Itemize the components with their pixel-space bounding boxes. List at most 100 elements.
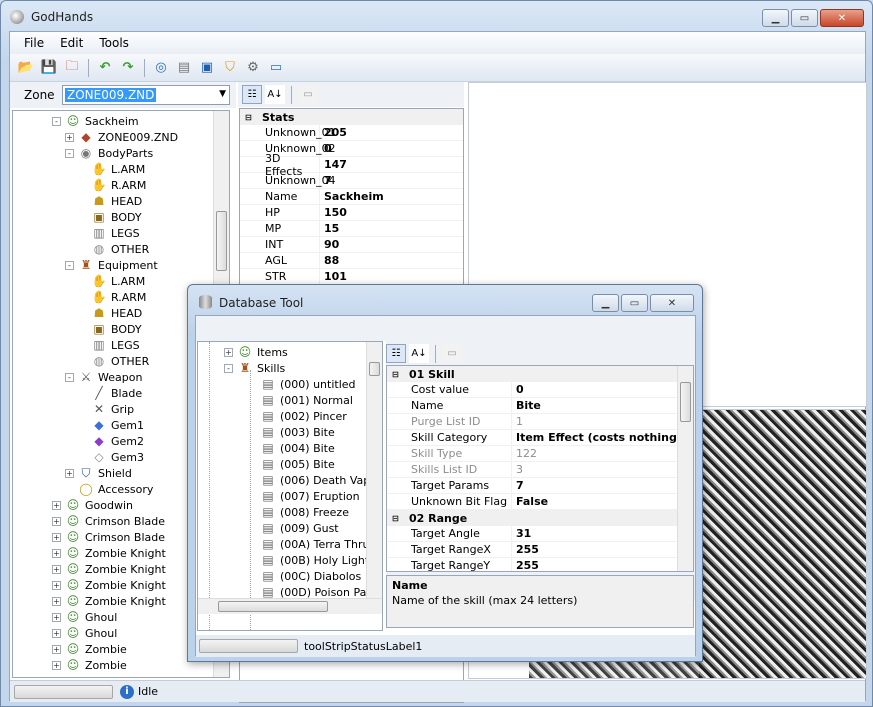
property-value[interactable]: 90 — [320, 238, 339, 251]
property-value[interactable]: 101 — [320, 270, 347, 283]
dialog-maximize-button[interactable]: ▭ — [621, 294, 648, 312]
tree-item[interactable]: ╱ Blade — [91, 385, 142, 401]
property-value[interactable]: 7 — [512, 479, 524, 492]
property-row[interactable]: Name Sackheim — [240, 189, 463, 205]
collapse-icon[interactable]: - — [52, 116, 61, 126]
property-row[interactable]: Skill Category Item Effect (costs nothing — [387, 430, 693, 446]
expand-icon[interactable]: + — [52, 628, 61, 638]
tree-item[interactable]: - ⚔ Weapon — [65, 369, 142, 385]
database-tree-item[interactable]: + ☺ Items — [224, 344, 288, 360]
dialog-tree-hthumb[interactable] — [218, 601, 328, 612]
property-value[interactable]: 122 — [512, 447, 537, 460]
property-row[interactable]: HP 150 — [240, 205, 463, 221]
database-tree-item[interactable]: ▤ (001) Normal — [260, 392, 353, 408]
categorized-icon[interactable]: ☷ — [242, 85, 262, 104]
expand-icon[interactable]: + — [52, 516, 61, 526]
property-value[interactable]: 88 — [320, 254, 339, 267]
property-pages-icon[interactable]: ▭ — [442, 344, 462, 363]
tree-item[interactable]: ☗ HEAD — [91, 305, 143, 321]
undo-icon[interactable]: ↶ — [95, 58, 115, 78]
property-row[interactable]: Purge List ID 1 — [387, 414, 693, 430]
tree-item[interactable]: ☗ HEAD — [91, 193, 143, 209]
menu-tools[interactable]: Tools — [91, 36, 137, 50]
tree-item[interactable]: ◆ Gem1 — [91, 417, 144, 433]
title-bar[interactable]: GodHands ▁ ▭ ✕ — [1, 1, 872, 31]
expand-icon[interactable]: + — [52, 500, 61, 510]
collapse-icon[interactable]: - — [65, 372, 74, 382]
property-category[interactable]: ⊟ Stats — [240, 109, 463, 125]
minimize-button[interactable]: ▁ — [762, 9, 789, 27]
tree-item[interactable]: + ☺ Zombie — [52, 657, 127, 673]
property-value[interactable]: 1 — [512, 415, 523, 428]
disc-icon[interactable]: ◎ — [151, 58, 171, 78]
window-icon[interactable]: ▭ — [266, 58, 286, 78]
dialog-property-grid[interactable]: ⊟ 01 Skill Cost value 0 Name Bite Purge List I… — [386, 365, 694, 572]
tree-item[interactable]: - ♜ Equipment — [65, 257, 158, 273]
database-tree-item[interactable]: - ♜ Skills — [224, 360, 285, 376]
property-row[interactable]: Unknown_04 7 — [240, 173, 463, 189]
property-row[interactable]: MP 15 — [240, 221, 463, 237]
dialog-minimize-button[interactable]: ▁ — [592, 294, 619, 312]
tree-item[interactable]: + ☺ Zombie Knight — [52, 593, 166, 609]
tree-item[interactable]: + ☺ Ghoul — [52, 609, 117, 625]
dialog-grid-scrollbar[interactable] — [677, 366, 693, 571]
tree-item[interactable]: ▣ BODY — [91, 209, 141, 225]
alphabetical-icon[interactable]: A↓ — [409, 344, 429, 363]
tree-item[interactable]: ◯ Accessory — [78, 481, 153, 497]
tree-item[interactable]: ✕ Grip — [91, 401, 134, 417]
maximize-button[interactable]: ▭ — [791, 9, 818, 27]
property-value[interactable]: Bite — [512, 399, 541, 412]
dialog-close-button[interactable]: ✕ — [650, 294, 694, 312]
expand-icon[interactable]: + — [52, 660, 61, 670]
property-category[interactable]: ⊟ 02 Range — [387, 510, 693, 526]
property-value[interactable]: Item Effect (costs nothing — [512, 431, 677, 444]
property-value[interactable]: 150 — [320, 206, 347, 219]
dialog-title-bar[interactable]: Database Tool ▁ ▭ ✕ — [188, 285, 702, 313]
save-icon[interactable]: 💾 — [39, 58, 59, 78]
collapse-icon[interactable]: - — [65, 260, 74, 270]
shield-icon[interactable]: ⛉ — [220, 58, 240, 78]
property-row[interactable]: Target RangeY 255 — [387, 558, 693, 571]
tree-item[interactable]: ▥ LEGS — [91, 225, 139, 241]
property-value[interactable]: 15 — [320, 222, 339, 235]
tree-item[interactable]: ◆ Gem2 — [91, 433, 144, 449]
database-tree-item[interactable]: ▤ (006) Death Vapo — [260, 472, 377, 488]
property-row[interactable]: STR 101 — [240, 269, 463, 285]
dialog-tree-vthumb[interactable] — [369, 362, 380, 376]
database-tree-item[interactable]: ▤ (008) Freeze — [260, 504, 349, 520]
property-row[interactable]: Unknown Bit Flag False — [387, 494, 693, 510]
property-value[interactable]: 255 — [512, 559, 539, 571]
database-tree-item[interactable]: ▤ (00C) Diabolos — [260, 568, 361, 584]
property-value[interactable]: 3 — [512, 463, 523, 476]
property-row[interactable]: Skills List ID 3 — [387, 462, 693, 478]
tree-item[interactable]: + ☺ Zombie Knight — [52, 577, 166, 593]
tree-item[interactable]: ◍ OTHER — [91, 241, 150, 257]
database-tree-item[interactable]: ▤ (00B) Holy Light — [260, 552, 369, 568]
dialog-tree-vscroll[interactable] — [366, 342, 382, 600]
expand-icon[interactable]: + — [224, 347, 233, 357]
tree-item[interactable]: + ☺ Zombie Knight — [52, 561, 166, 577]
database-tree-item[interactable]: ▤ (000) untitled — [260, 376, 355, 392]
property-value[interactable]: 7 — [320, 174, 332, 187]
expand-icon[interactable]: + — [65, 132, 74, 142]
tree-item[interactable]: ▣ BODY — [91, 321, 141, 337]
alphabetical-icon[interactable]: A↓ — [265, 85, 285, 104]
property-row[interactable]: Cost value 0 — [387, 382, 693, 398]
property-value[interactable]: 0 — [512, 383, 524, 396]
property-row[interactable]: Target Angle 31 — [387, 526, 693, 542]
chevron-down-icon[interactable]: ▼ — [219, 89, 226, 99]
database-tree-item[interactable]: ▤ (003) Bite — [260, 424, 334, 440]
property-category[interactable]: ⊟ 01 Skill — [387, 366, 693, 382]
property-value[interactable]: 31 — [512, 527, 531, 540]
tree-item[interactable]: + ☺ Goodwin — [52, 497, 133, 513]
tree-item[interactable]: + ◆ ZONE009.ZND — [65, 129, 178, 145]
menu-edit[interactable]: Edit — [52, 36, 91, 50]
database-tree-item[interactable]: ▤ (004) Bite — [260, 440, 334, 456]
property-row[interactable]: Target Params 7 — [387, 478, 693, 494]
expand-icon[interactable]: + — [52, 644, 61, 654]
tree-item[interactable]: + ☺ Ghoul — [52, 625, 117, 641]
property-row[interactable]: Unknown_01 205 — [240, 125, 463, 141]
collapse-icon[interactable]: - — [65, 148, 74, 158]
tree-item[interactable]: + ☺ Zombie — [52, 641, 127, 657]
collapse-icon[interactable]: ⊟ — [392, 514, 399, 523]
